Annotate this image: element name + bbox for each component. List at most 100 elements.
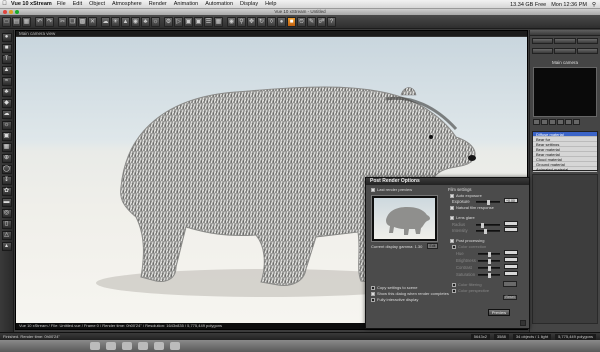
menu-object[interactable]: Object	[89, 1, 105, 7]
color-filtering-checkbox[interactable]: Color filtering	[452, 282, 482, 287]
text-icon[interactable]: T	[1, 55, 12, 64]
plane-icon[interactable]: ▬	[1, 198, 12, 207]
material-icon[interactable]: ◉	[131, 16, 140, 27]
exposure-field[interactable]: +0.00	[504, 198, 518, 203]
view-icon[interactable]: ◉	[227, 16, 236, 27]
edit-gamma-button[interactable]: Edit	[427, 243, 438, 249]
save-icon[interactable]: ▦	[22, 16, 31, 27]
open-icon[interactable]: ▤	[12, 16, 21, 27]
torus-icon[interactable]: ◎	[1, 209, 12, 218]
cloud-icon[interactable]: ☁	[1, 110, 12, 119]
free-space-label[interactable]: 13.34 GB Free	[510, 2, 546, 8]
delete-icon[interactable]: ✕	[88, 16, 97, 27]
camera-reset-icon[interactable]	[565, 119, 572, 125]
copy-icon[interactable]: ❏	[68, 16, 77, 27]
auto-exposure-checkbox[interactable]: Auto exposure	[450, 193, 482, 198]
grid-icon[interactable]: ▦	[214, 16, 223, 27]
minimize-window-button[interactable]	[9, 10, 13, 14]
dock-app-icon[interactable]	[106, 342, 116, 350]
undo-icon[interactable]: ↶	[35, 16, 44, 27]
light-tool-icon[interactable]: ☼	[1, 121, 12, 130]
exposure-slider[interactable]	[476, 200, 500, 205]
search-icon[interactable]: ⚲	[592, 2, 596, 8]
terrain-tool-icon[interactable]: ▲	[1, 66, 12, 75]
cone-icon[interactable]: △	[1, 231, 12, 240]
brightness-field[interactable]	[504, 257, 518, 262]
help-icon[interactable]: ?	[327, 16, 336, 27]
menu-edit[interactable]: Edit	[73, 1, 82, 7]
post-processing-checkbox[interactable]: Post processing	[450, 238, 484, 243]
intensity-slider[interactable]	[476, 229, 500, 234]
rock-icon[interactable]: ◆	[1, 99, 12, 108]
contrast-slider[interactable]	[478, 266, 500, 271]
hue-field[interactable]	[504, 250, 518, 255]
wire-icon[interactable]: ◊	[267, 16, 276, 27]
new-scene-icon[interactable]: □	[2, 16, 11, 27]
redo-icon[interactable]: ↷	[45, 16, 54, 27]
group-icon[interactable]: ▦	[1, 143, 12, 152]
tab-links[interactable]	[554, 48, 576, 54]
finder-icon[interactable]	[90, 342, 100, 350]
camera-move-icon[interactable]	[533, 119, 540, 125]
filter-color-swatch[interactable]	[503, 281, 517, 287]
paste-icon[interactable]: ▩	[78, 16, 87, 27]
menu-atmosphere[interactable]: Atmosphere	[112, 1, 142, 7]
rotate-icon[interactable]: ↻	[257, 16, 266, 27]
camera-store-icon[interactable]	[557, 119, 564, 125]
saturation-field[interactable]	[504, 271, 518, 276]
hue-slider[interactable]	[478, 252, 500, 257]
menu-render[interactable]: Render	[149, 1, 167, 7]
timeline-icon[interactable]: ⏲	[297, 16, 306, 27]
ecosystem-tool-icon[interactable]: ✿	[1, 187, 12, 196]
render-icon[interactable]: ▷	[174, 16, 183, 27]
light-icon[interactable]: ☼	[151, 16, 160, 27]
fully-interactive-checkbox[interactable]: Fully interactive display	[371, 297, 418, 302]
app-menu[interactable]: Vue 10 xStream	[11, 1, 52, 7]
lens-glare-checkbox[interactable]: Lens glare	[450, 215, 475, 220]
contrast-field[interactable]	[504, 264, 518, 269]
tab-layers[interactable]	[532, 48, 554, 54]
reset-button[interactable]: Reset	[503, 295, 517, 300]
render-options-icon[interactable]: ⚙	[164, 16, 173, 27]
camera-preview[interactable]	[533, 67, 597, 117]
list-item[interactable]: Animated material	[533, 167, 597, 172]
last-render-preview-checkbox[interactable]: Last render preview	[371, 187, 412, 192]
radius-field[interactable]	[504, 221, 518, 226]
cut-icon[interactable]: ✂	[58, 16, 67, 27]
sky-icon[interactable]: ☀	[111, 16, 120, 27]
apple-icon[interactable]: 	[0, 1, 9, 7]
network-icon[interactable]: ☍	[317, 16, 326, 27]
render-area-icon[interactable]: ▣	[184, 16, 193, 27]
atmosphere-icon[interactable]: ☁	[101, 16, 110, 27]
radius-slider[interactable]	[476, 223, 500, 228]
zoom-window-button[interactable]	[15, 10, 19, 14]
zoom-icon[interactable]: ⚲	[237, 16, 246, 27]
camera-icon[interactable]: ▣	[194, 16, 203, 27]
tab-objects[interactable]	[554, 38, 576, 44]
show-dialog-checkbox[interactable]: Show this dialog when render completes	[371, 291, 449, 296]
ecosystem-icon[interactable]: ♣	[141, 16, 150, 27]
layers-icon[interactable]: ☰	[204, 16, 213, 27]
sphere-icon[interactable]: ●	[1, 33, 12, 42]
menu-animation[interactable]: Animation	[174, 1, 198, 7]
import-icon[interactable]: ↧	[1, 176, 12, 185]
copy-settings-checkbox[interactable]: Copy settings to scene	[371, 285, 417, 290]
preview-button[interactable]: Preview	[488, 309, 510, 316]
cube-icon[interactable]: ■	[1, 44, 12, 53]
menu-file[interactable]: File	[57, 1, 66, 7]
pan-icon[interactable]: ✥	[247, 16, 256, 27]
saturation-slider[interactable]	[478, 273, 500, 278]
brightness-slider[interactable]	[478, 259, 500, 264]
menu-display[interactable]: Display	[240, 1, 258, 7]
pyramid-icon[interactable]: ▴	[1, 242, 12, 251]
menu-help[interactable]: Help	[265, 1, 276, 7]
camera-rotate-icon[interactable]	[541, 119, 548, 125]
intensity-field[interactable]	[504, 227, 518, 232]
last-render-thumbnail[interactable]	[371, 195, 438, 242]
post-render-icon[interactable]: ■	[287, 16, 296, 27]
tab-world-browser[interactable]	[532, 38, 554, 44]
camera-zoom-icon[interactable]	[549, 119, 556, 125]
tab-library[interactable]	[576, 48, 598, 54]
color-correction-checkbox[interactable]: Color correction	[452, 244, 486, 249]
cylinder-icon[interactable]: ▯	[1, 220, 12, 229]
